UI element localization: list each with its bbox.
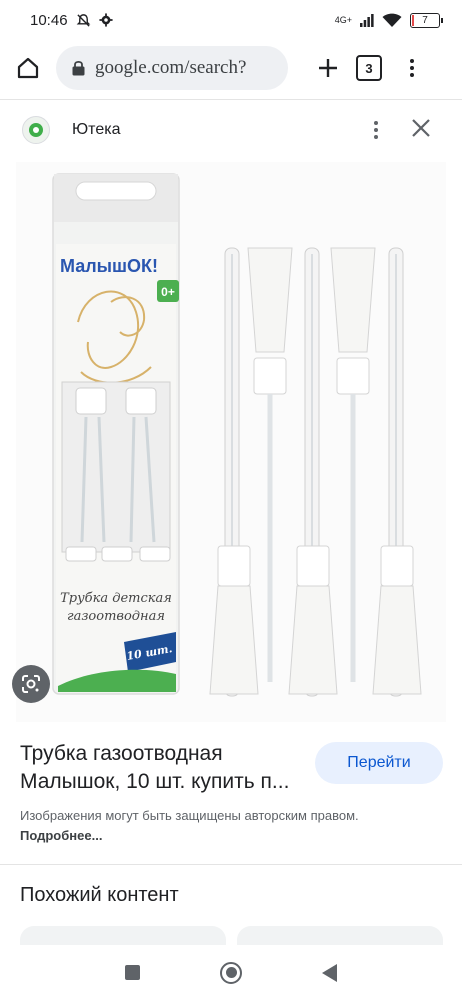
copyright-notice: Изображения могут быть защищены авторски… <box>20 806 360 846</box>
close-button[interactable] <box>412 116 430 144</box>
result-title[interactable]: Трубка газоотводная Малышок, 10 шт. купи… <box>20 740 302 796</box>
tab-switcher-button[interactable]: 3 <box>356 55 382 81</box>
source-more-button[interactable] <box>366 110 386 150</box>
battery-level: 7 <box>422 14 428 26</box>
product-name-line1: Трубка детская <box>60 591 172 606</box>
recent-apps-icon[interactable] <box>125 965 140 980</box>
home-nav-icon[interactable] <box>220 961 242 984</box>
browser-toolbar: google.com/search? 3 <box>0 44 462 92</box>
learn-more-link[interactable]: Подробнее... <box>20 828 102 843</box>
menu-dot-icon <box>410 59 414 63</box>
more-dot-icon <box>374 128 378 132</box>
address-text: google.com/search? <box>95 57 247 78</box>
google-lens-button[interactable] <box>12 665 50 703</box>
product-photo: МалышОК! 0+ Трубка детская газоотводная … <box>52 173 422 697</box>
product-name-line2: газоотводная <box>67 609 165 624</box>
status-left: 10:46 <box>30 12 113 29</box>
result-title-line1: Трубка газоотводная <box>20 742 223 765</box>
wifi-icon <box>382 13 402 27</box>
home-icon <box>17 57 39 79</box>
lens-icon <box>22 675 40 693</box>
visit-button[interactable]: Перейти <box>315 742 443 784</box>
close-icon <box>412 119 430 137</box>
battery-icon: 7 <box>410 12 443 28</box>
source-header: Ютека <box>0 100 462 160</box>
lock-icon <box>72 60 85 76</box>
new-tab-button[interactable] <box>310 48 346 88</box>
product-age-badge: 0+ <box>161 285 175 299</box>
menu-dot-icon <box>410 73 414 77</box>
back-icon[interactable] <box>322 963 337 982</box>
site-favicon-icon <box>22 116 50 144</box>
result-title-line2: Малышок, 10 шт. купить п... <box>20 770 290 793</box>
status-bar: 10:46 4G+ 7 <box>0 0 462 40</box>
network-type: 4G+ <box>334 14 352 25</box>
section-divider <box>0 864 462 865</box>
tab-count: 3 <box>365 60 373 76</box>
product-brand: МалышОК! <box>60 256 158 276</box>
system-navigation-bar <box>0 945 462 1000</box>
more-dot-icon <box>374 135 378 139</box>
status-right: 4G+ 7 <box>334 12 443 28</box>
status-time: 10:46 <box>30 11 68 29</box>
cell-signal-icon <box>360 14 374 27</box>
address-bar[interactable]: google.com/search? <box>56 46 288 90</box>
home-button[interactable] <box>0 44 56 92</box>
copyright-text: Изображения могут быть защищены авторски… <box>20 808 359 823</box>
similar-content-heading: Похожий контент <box>20 884 179 906</box>
more-dot-icon <box>374 121 378 125</box>
result-image[interactable]: МалышОК! 0+ Трубка детская газоотводная … <box>16 162 446 722</box>
browser-menu-button[interactable] <box>402 48 422 88</box>
notifications-off-icon <box>76 13 90 27</box>
settings-gear-icon <box>98 13 113 27</box>
source-name[interactable]: Ютека <box>72 121 120 139</box>
plus-icon <box>319 59 337 77</box>
menu-dot-icon <box>410 66 414 70</box>
